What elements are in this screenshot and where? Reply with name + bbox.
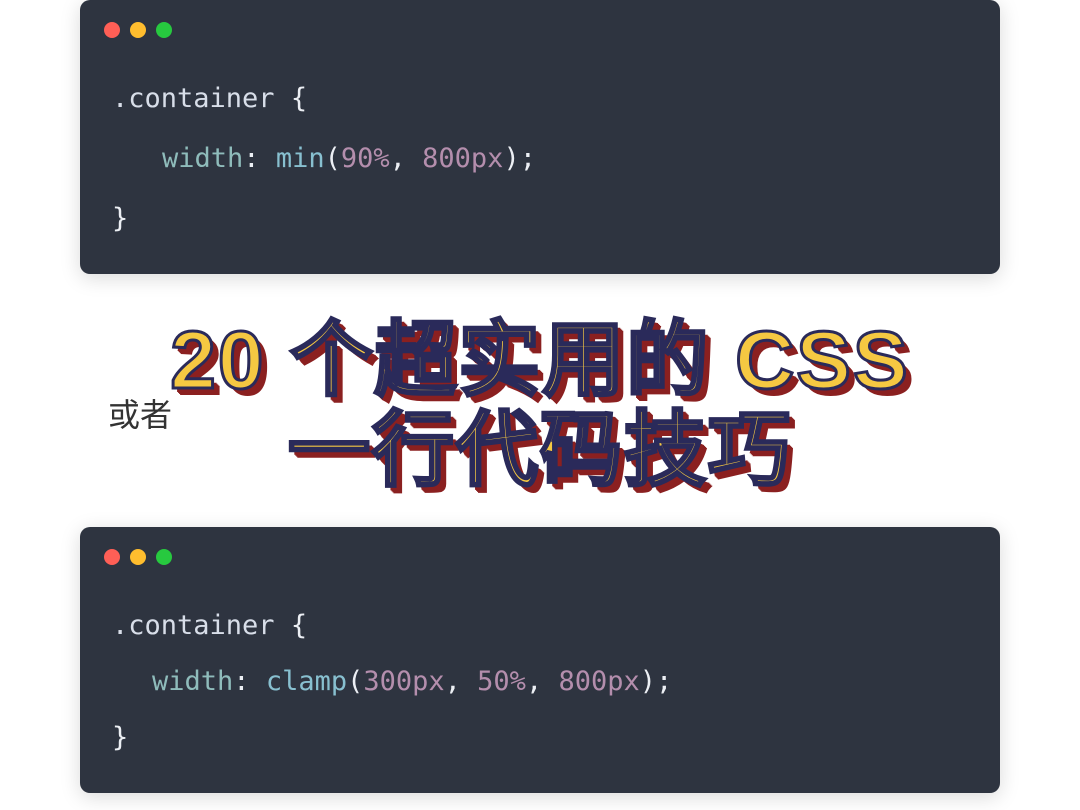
comma: , (390, 143, 423, 174)
window-controls (80, 0, 1000, 48)
brace-close: } (112, 203, 128, 234)
close-icon (104, 22, 120, 38)
paren-close: ) (503, 143, 519, 174)
maximize-icon (156, 22, 172, 38)
paren-open: ( (325, 143, 341, 174)
css-value: 800px (558, 666, 639, 697)
headline-line-1: 20 个超实用的 CSS (0, 316, 1080, 406)
css-value: 300px (363, 666, 444, 697)
css-value: 800px (422, 143, 503, 174)
window-controls (80, 527, 1000, 575)
css-function: min (276, 143, 325, 174)
css-property: width (162, 143, 243, 174)
colon: : (243, 143, 259, 174)
semicolon: ; (656, 666, 672, 697)
code-content-2: .container { width: clamp(300px, 50%, 80… (80, 575, 1000, 793)
semicolon: ; (520, 143, 536, 174)
css-selector: .container (112, 610, 275, 641)
css-value: 90% (341, 143, 390, 174)
css-selector: .container (112, 83, 275, 114)
minimize-icon (130, 22, 146, 38)
maximize-icon (156, 549, 172, 565)
minimize-icon (130, 549, 146, 565)
headline-line-2: 一行代码技巧 (0, 406, 1080, 496)
brace-open: { (291, 83, 307, 114)
headline-overlay: 20 个超实用的 CSS 一行代码技巧 (0, 316, 1080, 496)
brace-close: } (112, 722, 128, 753)
paren-open: ( (347, 666, 363, 697)
code-block-clamp: .container { width: clamp(300px, 50%, 80… (80, 527, 1000, 793)
comma: , (526, 666, 559, 697)
css-value: 50% (477, 666, 526, 697)
colon: : (233, 666, 249, 697)
brace-open: { (291, 610, 307, 641)
comma: , (445, 666, 478, 697)
css-property: width (152, 666, 233, 697)
paren-close: ) (640, 666, 656, 697)
code-block-min: .container { width: min(90%, 800px); } (80, 0, 1000, 274)
close-icon (104, 549, 120, 565)
code-content-1: .container { width: min(90%, 800px); } (80, 48, 1000, 274)
css-function: clamp (266, 666, 347, 697)
